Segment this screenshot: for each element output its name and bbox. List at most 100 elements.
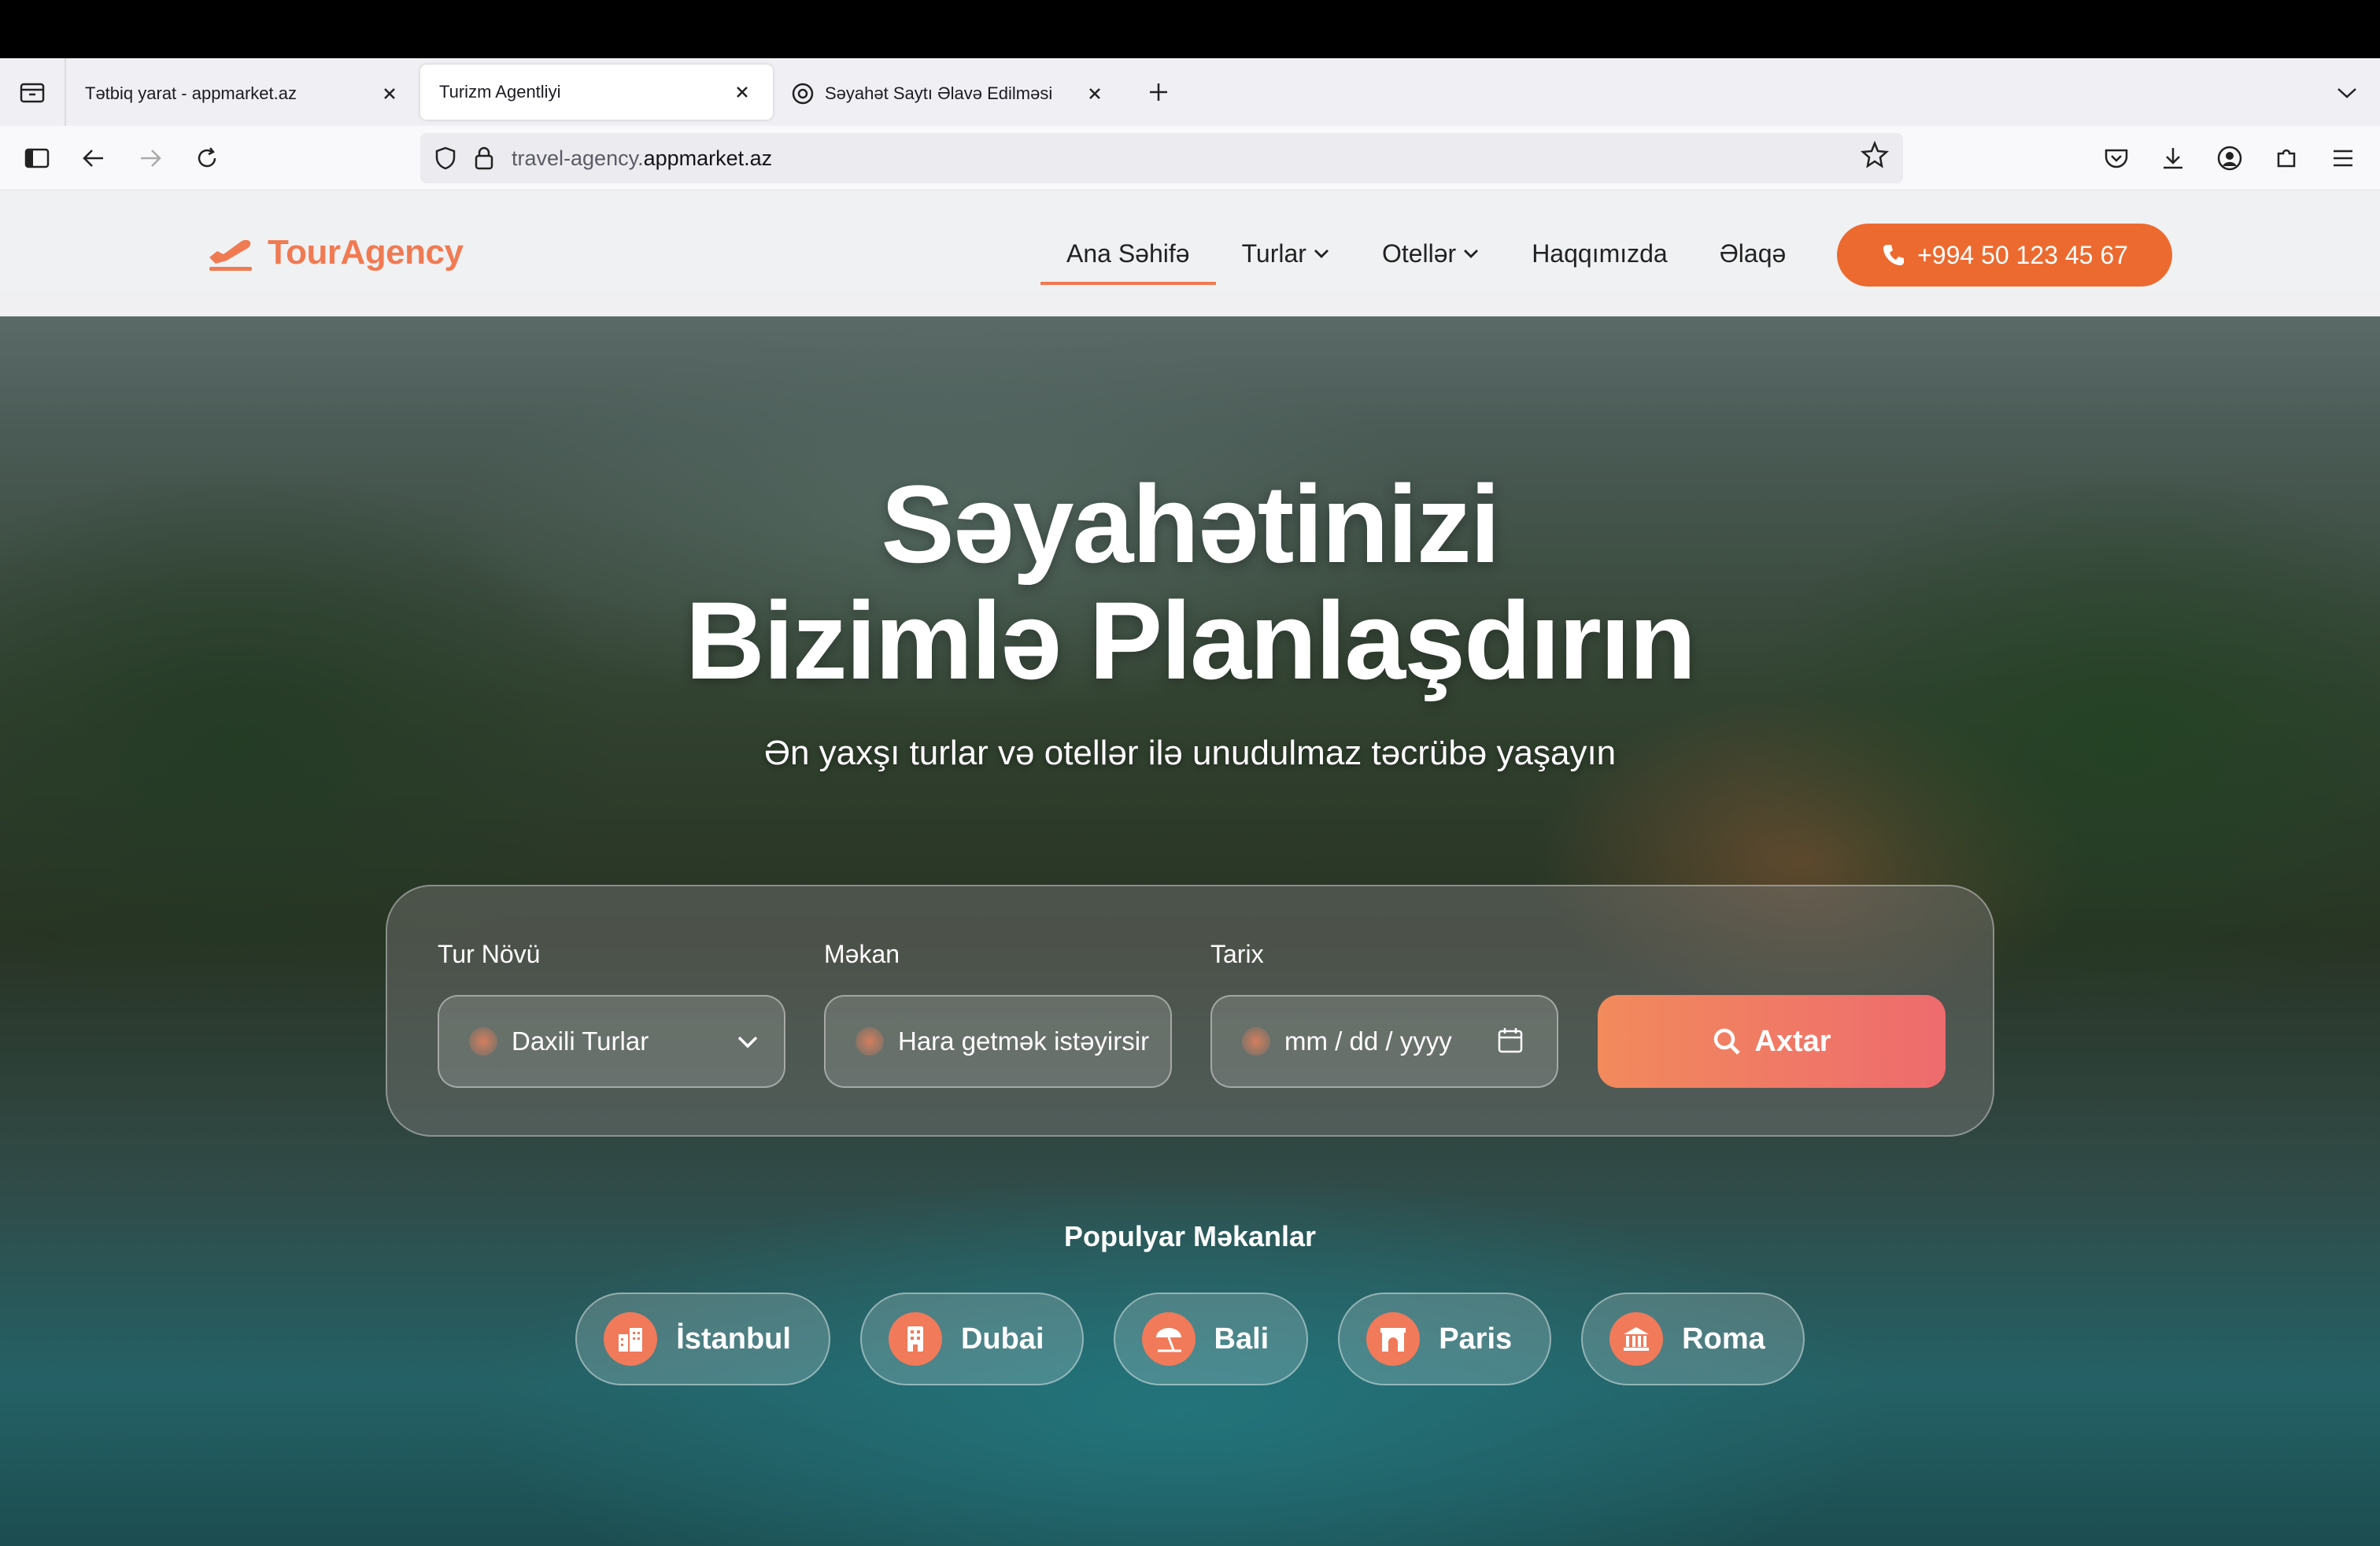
nav-contact-label: Əlaqə	[1719, 239, 1787, 268]
reload-icon	[198, 146, 216, 167]
hero-title: Səyahətinizi Bizimlə Planlaşdırın	[0, 466, 2380, 699]
logo-text: TourAgency	[268, 233, 464, 272]
place-label: Roma	[1682, 1322, 1765, 1356]
browser-tab-strip: Tətbiq yarat - appmarket.az Turizm Agent…	[0, 58, 2380, 126]
chevron-down-icon	[737, 1036, 758, 1049]
tab-manager-button[interactable]	[0, 58, 66, 126]
building-icon	[888, 1312, 942, 1366]
search-card: Tur Növü Məkan Tarix Daxili Turlar Hara …	[386, 885, 1994, 1137]
nav-tours[interactable]: Turlar	[1216, 222, 1356, 285]
phone-number: +994 50 123 45 67	[1917, 240, 2128, 269]
location-input[interactable]: Hara getmək istəyirsir	[824, 995, 1172, 1088]
chatgpt-favicon-icon	[792, 83, 814, 105]
phone-button[interactable]: +994 50 123 45 67	[1837, 224, 2172, 287]
hero-title-line2: Bizimlə Planlaşdırın	[685, 579, 1697, 702]
app-menu-button[interactable]	[2322, 137, 2364, 179]
downloads-button[interactable]	[2152, 137, 2194, 179]
search-button-label: Axtar	[1754, 1024, 1831, 1058]
url-text: travel-agency.appmarket.az	[512, 146, 773, 170]
search-icon	[1714, 1028, 1741, 1055]
account-button[interactable]	[2208, 137, 2251, 179]
sidebar-icon	[24, 148, 50, 168]
close-icon[interactable]	[378, 82, 401, 105]
chevron-down-icon	[1314, 250, 1329, 258]
popular-title: Populyar Məkanlar	[1063, 1220, 1317, 1252]
place-label: Bali	[1214, 1322, 1269, 1356]
tab-title: Turizm Agentliyi	[439, 82, 561, 102]
forward-arrow-icon	[141, 149, 161, 167]
plus-icon	[1150, 83, 1167, 101]
hero-subtitle: Ən yaxşı turlar və otellər ilə unudulmaz…	[763, 734, 1617, 772]
sidebar-toggle-button[interactable]	[16, 137, 58, 179]
plane-icon	[209, 239, 252, 271]
place-roma[interactable]: Roma	[1581, 1293, 1805, 1385]
place-label: İstanbul	[676, 1322, 791, 1356]
nav-about-label: Haqqımızda	[1532, 239, 1668, 268]
date-input[interactable]: mm / dd / yyyy	[1210, 995, 1558, 1088]
pocket-button[interactable]	[2095, 137, 2138, 179]
location-label: Məkan	[824, 940, 900, 968]
nav-about[interactable]: Haqqımızda	[1506, 222, 1694, 285]
tour-type-select[interactable]: Daxili Turlar	[438, 995, 785, 1088]
hero-title-line1: Səyahətinizi	[881, 462, 1500, 586]
tab-appmarket[interactable]: Tətbiq yarat - appmarket.az	[66, 64, 420, 124]
site-header: TourAgency Ana Səhifə Turlar Otellər Haq…	[0, 190, 2380, 316]
close-icon[interactable]	[730, 80, 754, 104]
search-button[interactable]: Axtar	[1598, 995, 1946, 1088]
extensions-button[interactable]	[2265, 137, 2308, 179]
back-button[interactable]	[72, 137, 115, 179]
toolbar-right-buttons	[2095, 137, 2364, 179]
lock-icon	[475, 146, 493, 170]
place-dubai[interactable]: Dubai	[859, 1293, 1084, 1385]
bookmark-star-icon[interactable]	[1861, 141, 1889, 169]
reload-button[interactable]	[186, 137, 228, 179]
nav-tours-label: Turlar	[1241, 239, 1306, 268]
place-istanbul[interactable]: İstanbul	[575, 1293, 830, 1385]
arch-icon	[1366, 1312, 1421, 1366]
date-placeholder: mm / dd / yyyy	[1284, 1026, 1452, 1056]
site-logo[interactable]: TourAgency	[206, 233, 464, 272]
account-icon	[2217, 146, 2242, 171]
browser-toolbar: travel-agency.appmarket.az	[0, 126, 2380, 190]
landmark-icon	[1609, 1312, 1664, 1366]
calendar-icon[interactable]	[1497, 1026, 1524, 1055]
tab-turizm-agentliyi[interactable]: Turizm Agentliyi	[420, 65, 773, 120]
back-arrow-icon	[83, 149, 103, 167]
location-placeholder: Hara getmək istəyirsir	[898, 1026, 1150, 1056]
list-all-tabs-button[interactable]	[2330, 76, 2364, 110]
download-icon	[2164, 148, 2182, 169]
hamburger-menu-icon	[2334, 150, 2352, 167]
place-label: Paris	[1439, 1322, 1513, 1356]
web-page: TourAgency Ana Səhifə Turlar Otellər Haq…	[0, 190, 2380, 1546]
nav-hotels[interactable]: Otellər	[1356, 222, 1506, 285]
forward-button[interactable]	[129, 137, 172, 179]
puzzle-icon	[2277, 149, 2296, 168]
pocket-icon	[2105, 149, 2128, 168]
nav-home-label: Ana Səhifə	[1066, 239, 1190, 268]
place-paris[interactable]: Paris	[1338, 1293, 1552, 1385]
phone-icon	[1883, 245, 1905, 265]
tab-manager-icon	[20, 83, 45, 103]
shield-icon	[435, 146, 456, 170]
tab-seyahet-sayti[interactable]: Səyahət Saytı Əlavə Edilməsi	[773, 64, 1125, 124]
new-tab-button[interactable]	[1133, 67, 1184, 117]
nav-contact[interactable]: Əlaqə	[1694, 222, 1813, 285]
url-bar[interactable]: travel-agency.appmarket.az	[420, 133, 1903, 183]
top-black-bar	[0, 0, 2380, 58]
nav-hotels-label: Otellər	[1381, 239, 1457, 268]
nav-home[interactable]: Ana Səhifə	[1040, 222, 1216, 285]
tab-title: Tətbiq yarat - appmarket.az	[85, 83, 298, 103]
place-bali[interactable]: Bali	[1113, 1293, 1309, 1385]
tour-type-label: Tur Növü	[438, 940, 541, 968]
chevron-down-icon	[1464, 250, 1479, 258]
field-glow-icon	[856, 1027, 884, 1056]
main-nav: Ana Səhifə Turlar Otellər Haqqımızda Əla…	[1040, 222, 1812, 285]
close-icon[interactable]	[1083, 82, 1107, 105]
tour-type-value: Daxili Turlar	[512, 1026, 649, 1056]
place-label: Dubai	[960, 1322, 1044, 1356]
city-icon	[604, 1312, 658, 1366]
beach-umbrella-icon	[1141, 1312, 1196, 1366]
field-glow-icon	[469, 1027, 497, 1056]
popular-places: İstanbul Dubai Bali Paris Roma	[0, 1293, 2380, 1385]
field-glow-icon	[1242, 1027, 1270, 1056]
